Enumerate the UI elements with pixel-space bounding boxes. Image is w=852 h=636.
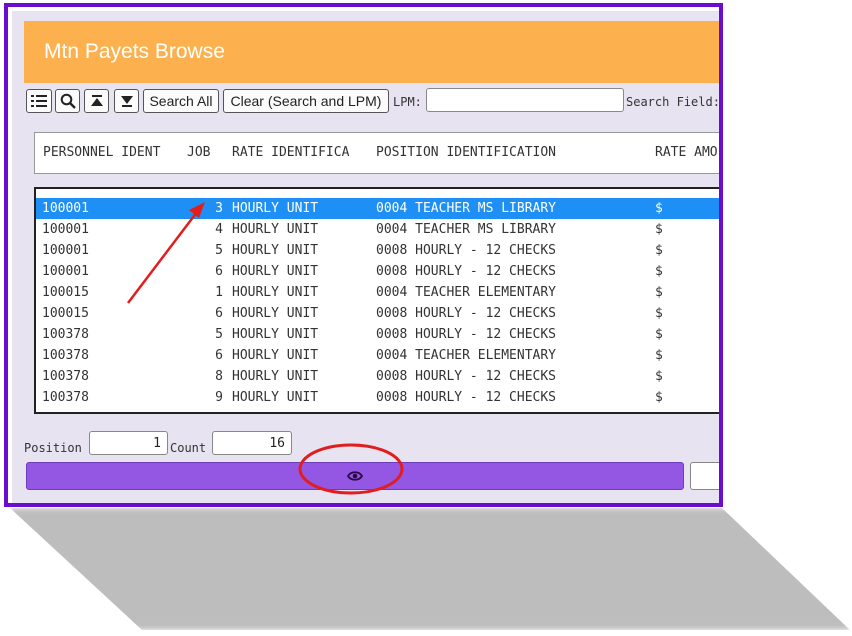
view-button[interactable] <box>26 462 684 490</box>
cell-job: 8 <box>215 369 223 384</box>
app-window: Mtn Payets Browse Search All Clear (Sear… <box>4 3 723 507</box>
cell-rate: HOURLY UNIT <box>232 222 319 237</box>
cell-amount: $ <box>655 327 663 342</box>
column-header-ident[interactable]: PERSONNEL IDENT <box>43 145 160 160</box>
browse-panel: Mtn Payets Browse Search All Clear (Sear… <box>12 11 720 503</box>
column-header-position[interactable]: POSITION IDENTIFICATION <box>376 145 556 160</box>
table-row[interactable]: 100001 4 HOURLY UNIT 0004 TEACHER MS LIBRAR… <box>36 219 719 240</box>
cell-rate: HOURLY UNIT <box>232 306 319 321</box>
cell-job: 5 <box>215 327 223 342</box>
cell-job: 6 <box>215 264 223 279</box>
cell-ident: 100015 <box>42 285 89 300</box>
cell-position: 0008 HOURLY - 12 CHECKS <box>376 369 557 384</box>
cell-job: 6 <box>215 348 223 363</box>
cell-amount: $ <box>655 285 663 300</box>
table-row[interactable]: 100001 5 HOURLY UNIT 0008 HOURLY - 12 CHECK… <box>36 240 719 261</box>
table-row[interactable]: 100015 1 HOURLY UNIT 0004 TEACHER ELEMENTAR… <box>36 282 719 303</box>
search-field-label: Search Field: <box>626 95 720 109</box>
cell-amount: $ <box>655 222 663 237</box>
table-row[interactable]: 100378 6 HOURLY UNIT 0004 TEACHER ELEMENTAR… <box>36 345 719 366</box>
column-header: PERSONNEL IDENT JOB RATE IDENTIFICA POSI… <box>34 132 719 174</box>
cell-amount: $ <box>655 348 663 363</box>
lpm-input[interactable] <box>426 88 624 112</box>
cell-amount: $ <box>655 264 663 279</box>
column-header-amount[interactable]: RATE AMO <box>655 145 718 160</box>
cell-position: 0004 TEACHER MS LIBRARY <box>376 222 557 237</box>
cell-rate: HOURLY UNIT <box>232 243 319 258</box>
table-row[interactable]: 100378 10 DAILY UNIT 450105 $ <box>36 408 719 412</box>
cell-ident: 100001 <box>42 264 89 279</box>
cell-amount: $ <box>655 201 663 216</box>
table-row[interactable]: 100015 6 HOURLY UNIT 0008 HOURLY - 12 CHECK… <box>36 303 719 324</box>
search-button[interactable] <box>55 89 80 113</box>
record-grid: 100001 3 HOURLY UNIT 0004 TEACHER MS LIBRAR… <box>34 187 719 414</box>
secondary-button[interactable] <box>690 462 719 490</box>
cell-rate: HOURLY UNIT <box>232 390 319 405</box>
cell-job: 1 <box>215 285 223 300</box>
cell-amount: $ <box>655 306 663 321</box>
search-icon <box>60 93 76 109</box>
cell-ident: 100378 <box>42 327 89 342</box>
cell-position: 0008 HOURLY - 12 CHECKS <box>376 327 557 342</box>
first-record-icon <box>90 95 103 106</box>
clear-button[interactable]: Clear (Search and LPM) <box>223 89 389 113</box>
page-title: Mtn Payets Browse <box>44 40 225 63</box>
last-record-button[interactable] <box>114 89 139 113</box>
table-row[interactable]: 100378 8 HOURLY UNIT 0008 HOURLY - 12 CHECK… <box>36 366 719 387</box>
cell-position: 0004 TEACHER ELEMENTARY <box>376 348 557 363</box>
cell-ident: 100378 <box>42 369 89 384</box>
cell-rate: HOURLY UNIT <box>232 348 319 363</box>
table-row[interactable]: 100378 5 HOURLY UNIT 0008 HOURLY - 12 CHECK… <box>36 324 719 345</box>
cell-position: 0008 HOURLY - 12 CHECKS <box>376 306 557 321</box>
cell-amount: $ <box>655 243 663 258</box>
cell-ident: 100001 <box>42 201 89 216</box>
table-row[interactable]: 100378 9 HOURLY UNIT 0008 HOURLY - 12 CHECK… <box>36 387 719 408</box>
cell-position: 450105 <box>376 411 423 412</box>
table-row[interactable]: 100001 6 HOURLY UNIT 0008 HOURLY - 12 CHECK… <box>36 261 719 282</box>
column-header-job[interactable]: JOB <box>187 145 210 160</box>
cell-rate: HOURLY UNIT <box>232 285 319 300</box>
cell-job: 9 <box>215 390 223 405</box>
search-all-button[interactable]: Search All <box>143 89 219 113</box>
cell-job: 5 <box>215 243 223 258</box>
cell-job: 10 <box>207 411 223 412</box>
cell-ident: 100378 <box>42 411 89 412</box>
eye-icon <box>347 471 363 481</box>
table-row[interactable]: 100001 3 HOURLY UNIT 0004 TEACHER MS LIBRAR… <box>36 198 719 219</box>
cell-amount: $ <box>655 390 663 405</box>
lpm-label: LPM: <box>393 95 422 109</box>
position-label: Position <box>24 441 82 455</box>
cell-ident: 100001 <box>42 222 89 237</box>
cell-ident: 100378 <box>42 348 89 363</box>
cell-ident: 100015 <box>42 306 89 321</box>
position-field[interactable]: 1 <box>89 431 168 455</box>
list-icon <box>31 95 47 107</box>
cell-rate: HOURLY UNIT <box>232 264 319 279</box>
cell-rate: HOURLY UNIT <box>232 201 319 216</box>
list-button[interactable] <box>26 89 52 113</box>
cell-rate: HOURLY UNIT <box>232 327 319 342</box>
cell-position: 0004 TEACHER ELEMENTARY <box>376 285 557 300</box>
cell-job: 4 <box>215 222 223 237</box>
count-field: 16 <box>212 431 292 455</box>
cell-position: 0008 HOURLY - 12 CHECKS <box>376 243 557 258</box>
cell-amount: $ <box>655 369 663 384</box>
count-label: Count <box>170 441 207 455</box>
cell-position: 0008 HOURLY - 12 CHECKS <box>376 390 557 405</box>
cell-position: 0004 TEACHER MS LIBRARY <box>376 201 557 216</box>
last-record-icon <box>120 96 133 107</box>
first-record-button[interactable] <box>84 89 109 113</box>
cell-rate: HOURLY UNIT <box>232 369 319 384</box>
cell-position: 0008 HOURLY - 12 CHECKS <box>376 264 557 279</box>
column-header-rate[interactable]: RATE IDENTIFICA <box>232 145 349 160</box>
cell-ident: 100001 <box>42 243 89 258</box>
cell-job: 3 <box>215 201 223 216</box>
cell-amount: $ <box>655 411 663 412</box>
cell-ident: 100378 <box>42 390 89 405</box>
window-shadow <box>10 508 850 630</box>
toolbar: Search All Clear (Search and LPM) LPM: S… <box>26 87 720 115</box>
cell-rate: DAILY UNIT <box>232 411 310 412</box>
cell-job: 6 <box>215 306 223 321</box>
title-bar: Mtn Payets Browse <box>24 21 719 83</box>
